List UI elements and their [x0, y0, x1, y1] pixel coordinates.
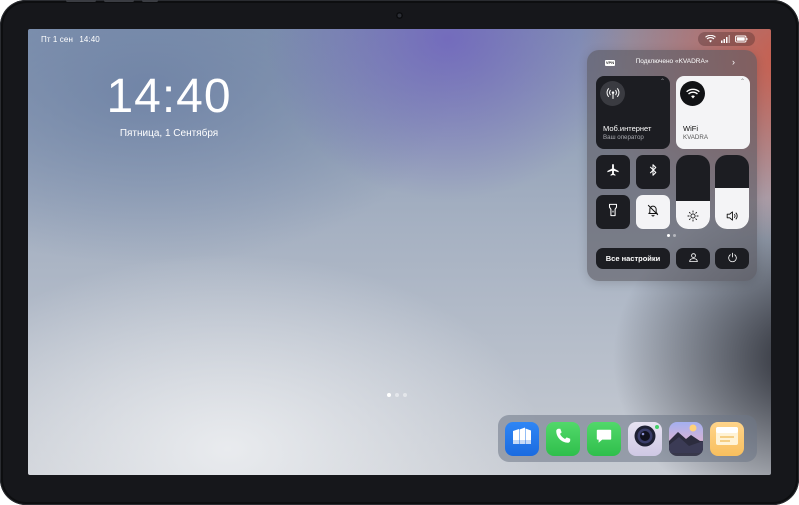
- status-bar-right[interactable]: [698, 32, 755, 46]
- messages-app[interactable]: [587, 421, 621, 456]
- wifi-icon: [680, 81, 705, 106]
- bell-off-icon: [646, 203, 660, 222]
- page-dot[interactable]: [387, 393, 391, 397]
- screen: Пт 1 сен 14:40 14:40 Пятница, 1 Сентября: [28, 29, 771, 475]
- pager-dot[interactable]: [667, 234, 670, 237]
- volume-slider[interactable]: [715, 155, 749, 229]
- phone-app[interactable]: [546, 421, 580, 456]
- signal-icon: [720, 35, 730, 43]
- mobile-internet-title: Моб.интернет: [603, 124, 652, 133]
- volume-up-button: [66, 0, 96, 2]
- brightness-slider[interactable]: [676, 155, 710, 229]
- user-icon: [688, 250, 699, 268]
- mobile-internet-tile[interactable]: ⌃ Моб.интернет Ваш оператор: [596, 76, 670, 149]
- messages-icon: [595, 427, 613, 450]
- expand-icon[interactable]: ⌃: [740, 79, 745, 85]
- phone-icon: [554, 427, 572, 450]
- power-button[interactable]: [715, 248, 749, 269]
- gallery-icon: [669, 422, 703, 456]
- bluetooth-icon: [647, 163, 659, 182]
- airplane-icon: [606, 163, 620, 182]
- vpn-icon: VPN: [605, 60, 615, 66]
- notification-dot: [655, 424, 659, 429]
- app-dock: [498, 415, 757, 462]
- notes-app[interactable]: [710, 421, 744, 456]
- all-settings-button[interactable]: Все настройки: [596, 248, 670, 269]
- speaker-icon: [715, 210, 749, 222]
- volume-level: [715, 188, 749, 229]
- camera-app[interactable]: [628, 421, 662, 456]
- status-bar-left: Пт 1 сен 14:40: [41, 35, 100, 44]
- control-center-pager[interactable]: [667, 234, 676, 237]
- wifi-icon: [704, 35, 716, 43]
- mobile-internet-subtitle: Ваш оператор: [603, 134, 644, 141]
- flashlight-toggle[interactable]: [596, 195, 630, 229]
- notes-icon: [715, 426, 739, 451]
- airplane-mode-toggle[interactable]: [596, 155, 630, 189]
- tablet-bezel: Пт 1 сен 14:40 14:40 Пятница, 1 Сентября: [0, 0, 799, 505]
- lock-screen-date: Пятница, 1 Сентября: [119, 128, 219, 139]
- files-icon: [511, 426, 533, 451]
- page-dot[interactable]: [395, 393, 399, 397]
- sun-icon: [676, 210, 710, 222]
- gallery-app[interactable]: [669, 421, 703, 456]
- battery-icon: [735, 35, 748, 43]
- flashlight-icon: [608, 203, 618, 222]
- chevron-right-icon[interactable]: ›: [732, 58, 735, 67]
- power-icon: [727, 250, 738, 268]
- wifi-tile[interactable]: ⌃ WiFi KVADRA: [676, 76, 750, 149]
- power-side-button: [142, 0, 158, 2]
- antenna-icon: [600, 81, 625, 106]
- user-button[interactable]: [676, 248, 710, 269]
- status-day: Пт 1 сен: [41, 35, 73, 44]
- volume-down-button: [104, 0, 134, 2]
- vpn-status-row[interactable]: VPN Подключено «KVADRA» ›: [587, 55, 757, 71]
- expand-icon[interactable]: ⌃: [660, 79, 665, 85]
- vpn-status-text: Подключено «KVADRA»: [635, 58, 709, 65]
- page-dot[interactable]: [403, 393, 407, 397]
- front-camera: [396, 12, 403, 19]
- lock-screen-time: 14:40: [106, 70, 232, 123]
- files-app[interactable]: [505, 421, 539, 456]
- home-page-indicator[interactable]: [387, 393, 407, 397]
- do-not-disturb-toggle[interactable]: [636, 195, 670, 229]
- pager-dot[interactable]: [673, 234, 676, 237]
- bluetooth-toggle[interactable]: [636, 155, 670, 189]
- camera-icon: [633, 424, 657, 453]
- status-time: 14:40: [79, 35, 100, 44]
- wifi-title: WiFi: [683, 124, 698, 133]
- wifi-network-name: KVADRA: [683, 134, 708, 141]
- control-center: VPN Подключено «KVADRA» › ⌃ Моб.интернет…: [587, 50, 757, 281]
